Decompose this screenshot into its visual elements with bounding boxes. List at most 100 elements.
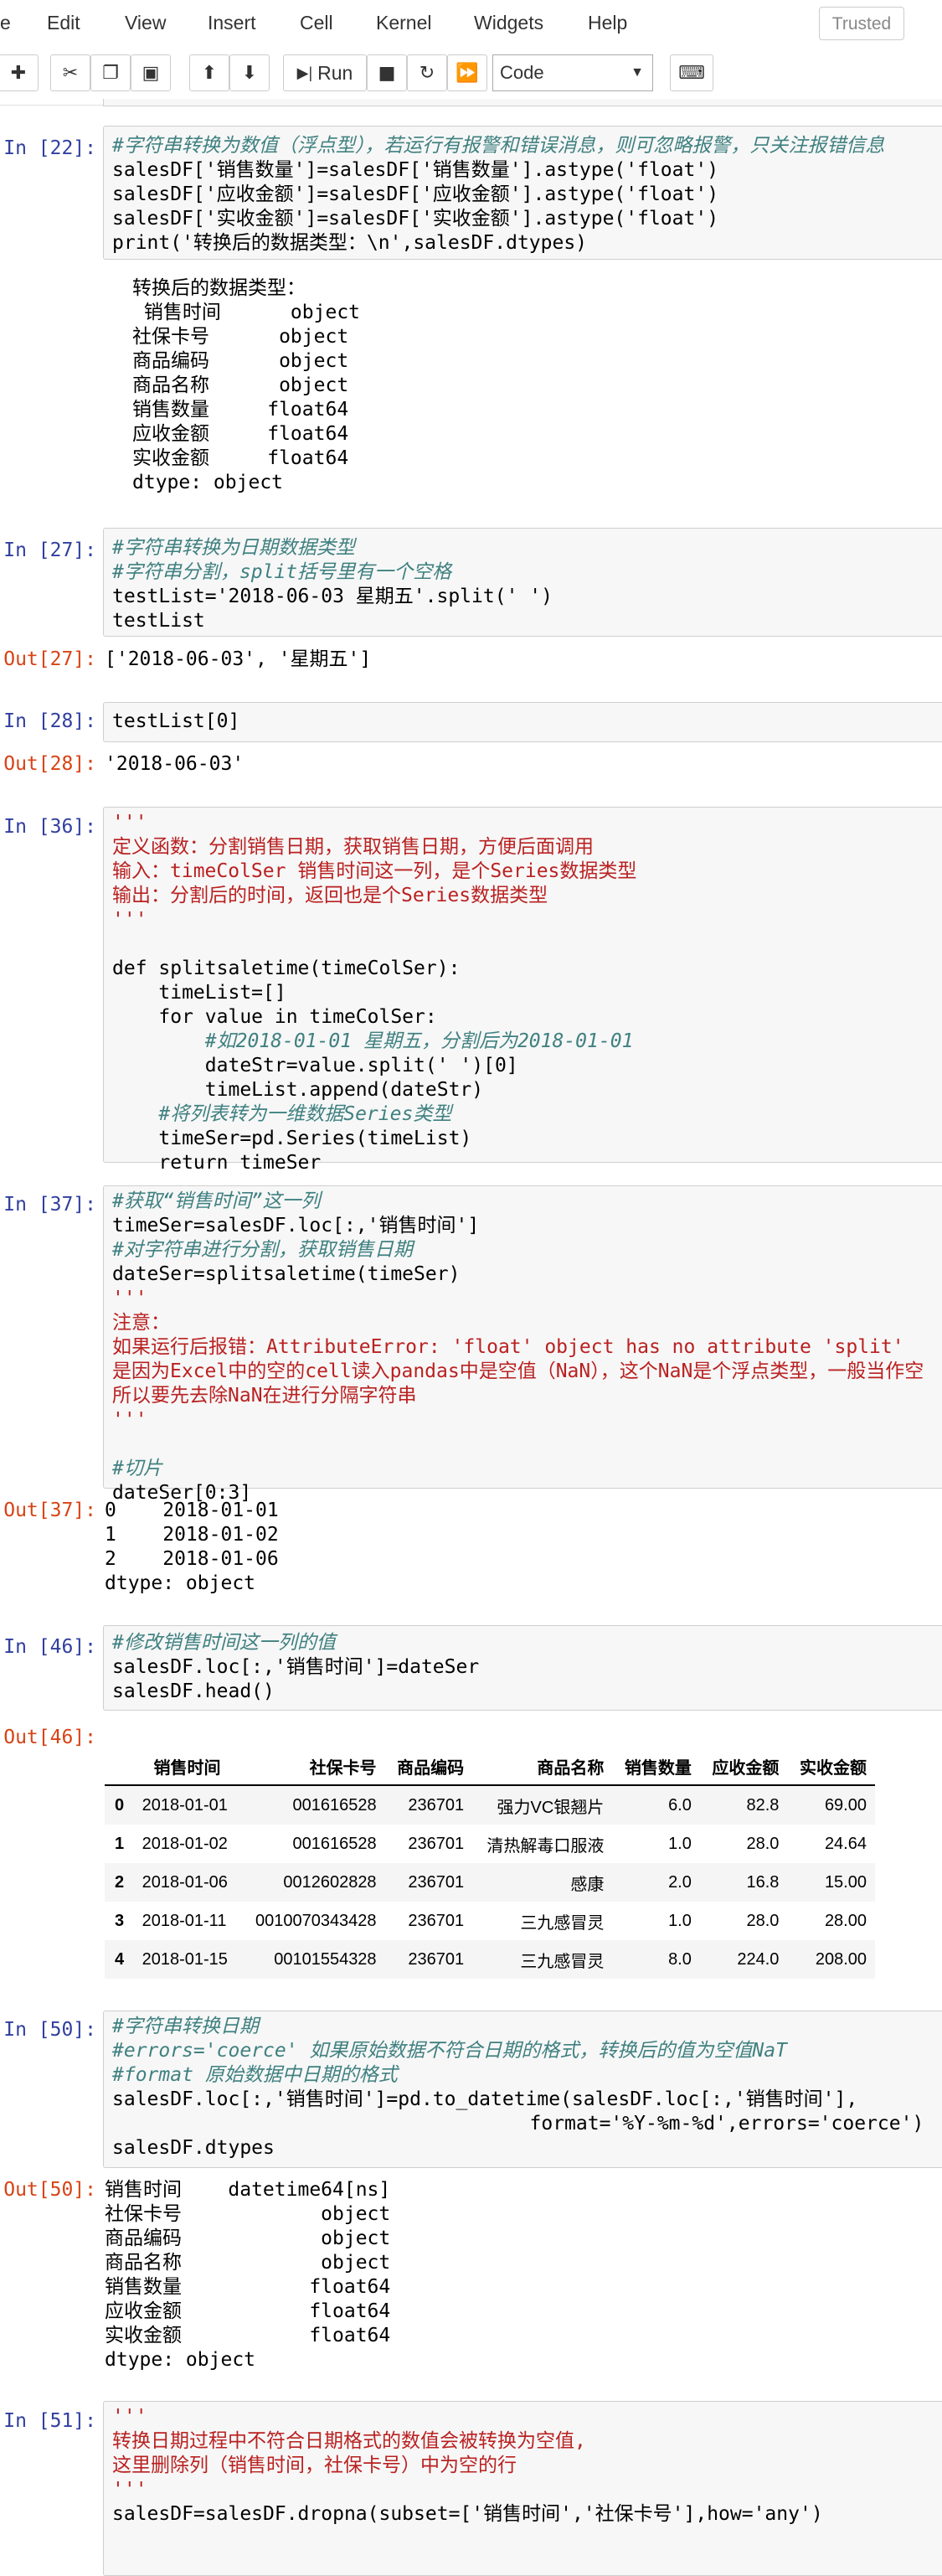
menu-edit[interactable]: Edit: [47, 12, 80, 34]
code-line: #format 原始数据中日期的格式: [112, 2064, 398, 2086]
table-cell: 24.64: [824, 1834, 867, 1853]
code-line: #对字符串进行分割，获取销售日期: [112, 1239, 413, 1261]
code-line: dateStr=value.split(' ')[0]: [112, 1055, 518, 1076]
out-prompt: Out[28]:: [3, 753, 96, 775]
in-prompt: In [28]:: [3, 710, 96, 732]
code-line: ''': [112, 909, 147, 931]
table-cell: 8.0: [612, 1940, 700, 1979]
menu-cell[interactable]: Cell: [300, 12, 333, 34]
table-cell: 2.0: [612, 1863, 700, 1902]
menu-file-partial[interactable]: e: [0, 12, 11, 34]
code-input[interactable]: testList[0]: [103, 702, 942, 742]
table-cell: 208.00: [787, 1940, 875, 1979]
code-line: #将列表转为一维数据Series类型: [112, 1103, 452, 1125]
code-line: format='%Y-%m-%d',errors='coerce'): [112, 2113, 924, 2135]
code-line: #如2018-01-01 星期五，分割后为2018-01-01: [112, 1030, 634, 1052]
code-line: salesDF=salesDF.dropna(subset=['销售时间','社…: [112, 2503, 823, 2525]
column-header: [105, 1748, 134, 1786]
table-cell: 0012602828: [240, 1863, 385, 1902]
out-prompt: Out[46]:: [3, 1727, 96, 1748]
code-line: salesDF['实收金额']=salesDF['实收金额'].astype('…: [112, 208, 719, 230]
code-cell-28: In [28]: testList[0] Out[28]: '2018-06-0…: [0, 702, 942, 777]
menu-widgets[interactable]: Widgets: [474, 12, 543, 34]
restart-button[interactable]: ↻: [407, 54, 447, 91]
step-forward-icon: ▶|: [296, 64, 313, 81]
code-line: salesDF.dtypes: [112, 2137, 275, 2159]
cut-button[interactable]: ✂: [50, 54, 90, 91]
in-prompt: In [37]:: [3, 1194, 96, 1216]
code-line: ''': [112, 2406, 147, 2428]
code-line: #字符串分割，split括号里有一个空格: [112, 561, 452, 583]
code-line: ''': [112, 2479, 147, 2501]
restart-run-all-button[interactable]: ⏩: [447, 54, 487, 91]
code-input[interactable]: #字符串转换为日期数据类型 #字符串分割，split括号里有一个空格 testL…: [103, 528, 942, 637]
code-editor[interactable]: ''' 转换日期过程中不符合日期格式的数值会被转换为空值, 这里删除列（销售时间…: [112, 2405, 823, 2527]
insert-cell-button[interactable]: ✚: [0, 54, 39, 91]
plus-icon: ✚: [10, 62, 27, 84]
table-cell: 1.0: [668, 1834, 692, 1853]
row-index: 4: [105, 1940, 134, 1979]
arrow-down-icon: ⬇: [241, 62, 258, 84]
table-cell: 2018-01-06: [133, 1863, 241, 1902]
code-line: #errors='coerce' 如果原始数据不符合日期的格式，转换后的值为空值…: [112, 2040, 787, 2062]
table-cell: 82.8: [699, 1785, 788, 1825]
cell-output: 0 2018-01-01 1 2018-01-02 2 2018-01-06 d…: [105, 1500, 279, 1594]
code-line: print('转换后的数据类型：\n',salesDF.dtypes): [112, 232, 588, 254]
code-input[interactable]: #字符串转换为数值（浮点型），若运行有报警和错误消息，则可忽略报警，只关注报错信…: [103, 126, 942, 260]
out-prompt: Out[37]:: [3, 1500, 96, 1521]
copy-icon: ❐: [102, 62, 119, 84]
interrupt-button[interactable]: ■: [367, 54, 407, 91]
chevron-down-icon: ▼: [631, 65, 644, 80]
code-editor[interactable]: #修改销售时间这一列的值 salesDF.loc[:,'销售时间']=dateS…: [112, 1631, 479, 1704]
table-cell: 69.00: [787, 1785, 875, 1825]
code-editor[interactable]: #获取“销售时间”这一列 timeSer=salesDF.loc[:,'销售时间…: [112, 1190, 924, 1505]
code-line: testList[0]: [112, 710, 240, 732]
menu-kernel[interactable]: Kernel: [376, 12, 431, 34]
code-line: 转换日期过程中不符合日期格式的数值会被转换为空值,: [112, 2430, 586, 2452]
table-cell: 2018-01-15: [133, 1940, 241, 1979]
cell-type-value: Code: [500, 62, 544, 83]
table-cell: 236701: [408, 1911, 465, 1930]
code-input[interactable]: ''' 转换日期过程中不符合日期格式的数值会被转换为空值, 这里删除列（销售时间…: [103, 2401, 942, 2576]
table-cell: 1.0: [668, 1911, 692, 1930]
menu-view[interactable]: View: [125, 12, 166, 34]
paste-button[interactable]: ▣: [131, 54, 171, 91]
menu-insert[interactable]: Insert: [208, 12, 256, 34]
refresh-icon: ↻: [419, 62, 435, 84]
table-cell: 28.00: [824, 1911, 867, 1930]
cell-type-select[interactable]: Code ▼: [492, 54, 653, 91]
trusted-indicator[interactable]: Trusted: [819, 7, 904, 40]
code-editor[interactable]: #字符串转换为日期数据类型 #字符串分割，split括号里有一个空格 testL…: [112, 536, 553, 633]
code-line: #修改销售时间这一列的值: [112, 1632, 336, 1654]
code-cell-51: In [51]: ''' 转换日期过程中不符合日期格式的数值会被转换为空值, 这…: [0, 2401, 942, 2576]
scissors-icon: ✂: [62, 62, 79, 84]
code-input[interactable]: #修改销售时间这一列的值 salesDF.loc[:,'销售时间']=dateS…: [103, 1625, 942, 1711]
code-line: for value in timeColSer:: [112, 1006, 437, 1028]
table-cell: 2018-01-11: [142, 1911, 227, 1930]
code-line: salesDF.head(): [112, 1680, 275, 1702]
command-palette-button[interactable]: ⌨: [670, 54, 713, 91]
table-cell: 224.0: [699, 1940, 788, 1979]
copy-button[interactable]: ❐: [90, 54, 131, 91]
stdout-output: 转换后的数据类型： 销售时间 object 社保卡号 object 商品编码 o…: [132, 277, 361, 493]
code-line: timeSer=pd.Series(timeList): [112, 1128, 472, 1149]
table-cell: 236701: [408, 1834, 465, 1853]
move-up-button[interactable]: ⬆: [189, 54, 229, 91]
code-editor[interactable]: #字符串转换日期 #errors='coerce' 如果原始数据不符合日期的格式…: [112, 2015, 924, 2160]
table-cell: 236701: [384, 1863, 473, 1902]
table-row: 1 2018-01-02 001616528 236701 清热解毒口服液 1.…: [105, 1825, 875, 1863]
code-input[interactable]: #获取“销售时间”这一列 timeSer=salesDF.loc[:,'销售时间…: [103, 1185, 942, 1504]
code-editor[interactable]: #字符串转换为数值（浮点型），若运行有报警和错误消息，则可忽略报警，只关注报错信…: [112, 134, 884, 256]
code-line: ''': [112, 1409, 147, 1431]
code-editor[interactable]: testList[0]: [112, 710, 239, 734]
code-line: ''': [112, 1288, 147, 1309]
run-button[interactable]: ▶| Run: [283, 54, 367, 91]
code-editor[interactable]: ''' 定义函数：分割销售日期，获取销售日期，方便后面调用 输入：timeCol…: [112, 811, 636, 1175]
column-header: 商品名称: [472, 1748, 613, 1786]
menu-help[interactable]: Help: [588, 12, 627, 34]
column-header: 实收金额: [787, 1748, 875, 1786]
move-down-button[interactable]: ⬇: [229, 54, 270, 91]
code-input[interactable]: ''' 定义函数：分割销售日期，获取销售日期，方便后面调用 输入：timeCol…: [103, 807, 942, 1174]
code-line: 是因为Excel中的空的cell读入pandas中是空值（NaN），这个NaN是…: [112, 1360, 924, 1382]
code-input[interactable]: #字符串转换日期 #errors='coerce' 如果原始数据不符合日期的格式…: [103, 2011, 942, 2168]
